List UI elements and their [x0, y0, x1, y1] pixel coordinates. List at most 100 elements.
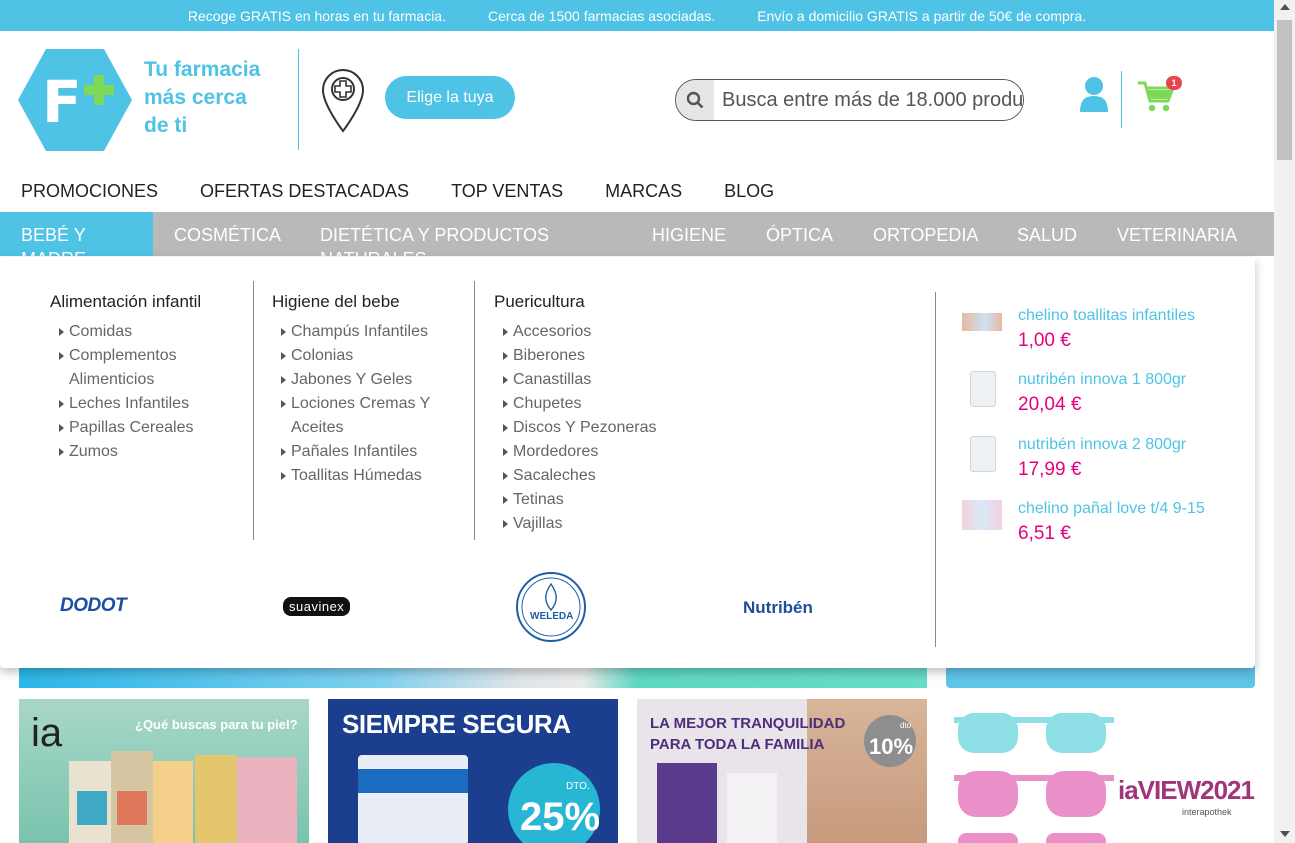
feliway-diffuser: [727, 773, 777, 843]
product-name[interactable]: nutribén innova 1 800gr: [1018, 371, 1186, 389]
menu-link[interactable]: Zumos: [50, 440, 240, 464]
search-input[interactable]: [714, 80, 1023, 120]
category-nav: BEBÉ Y MADRE COSMÉTICA DIETÉTICA Y PRODU…: [0, 212, 1274, 256]
page-scrollbar[interactable]: [1274, 0, 1295, 843]
product-price: 6,51 €: [1018, 523, 1071, 544]
menu-link[interactable]: Jabones Y Geles: [272, 368, 452, 392]
search-icon[interactable]: [676, 80, 714, 120]
category-salud[interactable]: SALUD: [1017, 223, 1077, 247]
menu-link[interactable]: Biberones: [494, 344, 694, 368]
cart-count-badge: 1: [1166, 76, 1182, 90]
brand-suavinex-logo[interactable]: suavinex: [283, 597, 351, 616]
logo[interactable]: F: [18, 49, 132, 151]
promo-ia-logo: ia: [31, 711, 63, 755]
nav-blog[interactable]: BLOG: [724, 181, 774, 202]
tampax-box-band: [358, 769, 468, 793]
announcement-pickup: Recoge GRATIS en horas en tu farmacia.: [187, 7, 446, 24]
category-optica[interactable]: ÓPTICA: [766, 223, 833, 247]
search-box: [675, 79, 1024, 121]
column-divider: [474, 281, 475, 540]
header-icons-divider: [1121, 71, 1122, 128]
promo-feliway-discount: 10%: [869, 734, 914, 759]
featured-product[interactable]: nutribén innova 1 800gr 20,04 €: [962, 371, 1232, 427]
tagline-line-2: más cerca: [144, 86, 247, 109]
menu-link[interactable]: Mordedores: [494, 440, 694, 464]
nav-marcas[interactable]: MARCAS: [605, 181, 682, 202]
nav-ofertas-destacadas[interactable]: OFERTAS DESTACADAS: [200, 181, 409, 202]
promo-ia-tagline: ¿Qué buscas para tu piel?: [135, 717, 298, 732]
product-thumbnail: [962, 500, 1002, 530]
menu-link[interactable]: Discos Y Pezoneras: [494, 416, 694, 440]
promo-feliway-headline-2: PARA TODA LA FAMILIA: [650, 736, 825, 753]
promo-feliway-card[interactable]: LA MEJOR TRANQUILIDAD PARA TODA LA FAMIL…: [637, 699, 927, 843]
menu-link[interactable]: Colonias: [272, 344, 452, 368]
menu-link[interactable]: Lociones Cremas Y Aceites: [272, 392, 442, 440]
category-ortopedia[interactable]: ORTOPEDIA: [873, 223, 978, 247]
menu-link[interactable]: Champús Infantiles: [272, 320, 452, 344]
product-name[interactable]: nutribén innova 2 800gr: [1018, 436, 1186, 454]
products-divider: [935, 292, 936, 647]
choose-pharmacy-button[interactable]: Elige la tuya: [385, 76, 515, 119]
menu-link[interactable]: Chupetes: [494, 392, 694, 416]
product-thumbnail: [962, 313, 1002, 331]
menu-link[interactable]: Comidas: [50, 320, 240, 344]
menu-link[interactable]: Sacaleches: [494, 464, 694, 488]
nav-promociones[interactable]: PROMOCIONES: [21, 181, 158, 202]
tagline-line-3: de ti: [144, 114, 188, 137]
featured-product[interactable]: chelino pañal love t/4 9-15 6,51 €: [962, 500, 1232, 556]
menu-column-title[interactable]: Higiene del bebe: [272, 292, 452, 312]
category-cosmetica[interactable]: COSMÉTICA: [174, 223, 281, 247]
menu-link[interactable]: Pañales Infantiles: [272, 440, 452, 464]
product-price: 20,04 €: [1018, 394, 1082, 415]
scroll-thumb[interactable]: [1277, 20, 1292, 160]
tampax-box: [358, 755, 468, 843]
scroll-up-arrow-icon[interactable]: [1280, 4, 1290, 10]
nav-top-ventas[interactable]: TOP VENTAS: [451, 181, 563, 202]
promo-tampax-dto: DTO.: [566, 781, 590, 792]
menu-column-title[interactable]: Alimentación infantil: [50, 292, 240, 312]
promo-feliway-dto: dto: [900, 721, 912, 730]
menu-link[interactable]: Canastillas: [494, 368, 694, 392]
user-account-icon[interactable]: [1079, 76, 1109, 112]
menu-link[interactable]: Complementos Alimenticios: [50, 344, 200, 392]
sunglasses-illustration: [954, 713, 1114, 843]
menu-link[interactable]: Accesorios: [494, 320, 694, 344]
menu-column-title[interactable]: Puericultura: [494, 292, 694, 312]
location-pin-icon[interactable]: [320, 67, 366, 133]
page: Recoge GRATIS en horas en tu farmacia. C…: [0, 0, 1295, 843]
menu-link[interactable]: Leches Infantiles: [50, 392, 240, 416]
menu-column-puericultura: Puericultura Accesorios Biberones Canast…: [494, 292, 694, 536]
promo-iaview-subtitle: interapothek: [1182, 807, 1232, 817]
brand-dodot-logo[interactable]: DODOT: [60, 595, 127, 617]
category-bebe-y-madre[interactable]: BEBÉ Y MADRE: [0, 212, 153, 256]
featured-product[interactable]: chelino toallitas infantiles 1,00 €: [962, 307, 1232, 363]
promo-ia-card[interactable]: ia ¿Qué buscas para tu piel?: [19, 699, 309, 843]
product-box: [153, 761, 193, 843]
header-divider: [298, 49, 299, 150]
brand-weleda-logo[interactable]: [514, 570, 588, 644]
menu-column-higiene: Higiene del bebe Champús Infantiles Colo…: [272, 292, 452, 488]
category-bebe-label: BEBÉ Y MADRE: [21, 225, 86, 256]
tagline: Tu farmacia más cerca de ti: [144, 56, 284, 140]
brand-nutriben-logo[interactable]: Nutribén: [743, 598, 813, 618]
column-divider: [253, 281, 254, 540]
promo-feliway-headline-1: LA MEJOR TRANQUILIDAD: [650, 715, 846, 732]
menu-link[interactable]: Tetinas: [494, 488, 694, 512]
category-higiene[interactable]: HIGIENE: [652, 223, 726, 247]
product-name[interactable]: chelino pañal love t/4 9-15: [1018, 500, 1205, 518]
menu-link[interactable]: Vajillas: [494, 512, 694, 536]
product-name[interactable]: chelino toallitas infantiles: [1018, 307, 1195, 325]
announcement-shipping: Envío a domicilio GRATIS a partir de 50€…: [757, 7, 1087, 24]
announcement-bar: Recoge GRATIS en horas en tu farmacia. C…: [0, 0, 1274, 31]
promo-iaview-title: iaVIEW2021: [1118, 775, 1255, 805]
category-dietetica[interactable]: DIETÉTICA Y PRODUCTOS NATURALES: [320, 223, 560, 256]
promo-tampax-discount: 25%: [520, 795, 601, 839]
featured-product[interactable]: nutribén innova 2 800gr 17,99 €: [962, 436, 1232, 492]
menu-link[interactable]: Toallitas Húmedas: [272, 464, 452, 488]
scroll-down-arrow-icon[interactable]: [1280, 831, 1290, 837]
menu-link[interactable]: Papillas Cereales: [50, 416, 240, 440]
promo-iaview-card[interactable]: iaVIEW2021 interapothek: [946, 699, 1255, 843]
category-veterinaria[interactable]: VETERINARIA: [1117, 223, 1237, 247]
promo-tampax-card[interactable]: SIEMPRE SEGURA 25% DTO.: [328, 699, 618, 843]
product-thumbnail: [970, 436, 996, 472]
